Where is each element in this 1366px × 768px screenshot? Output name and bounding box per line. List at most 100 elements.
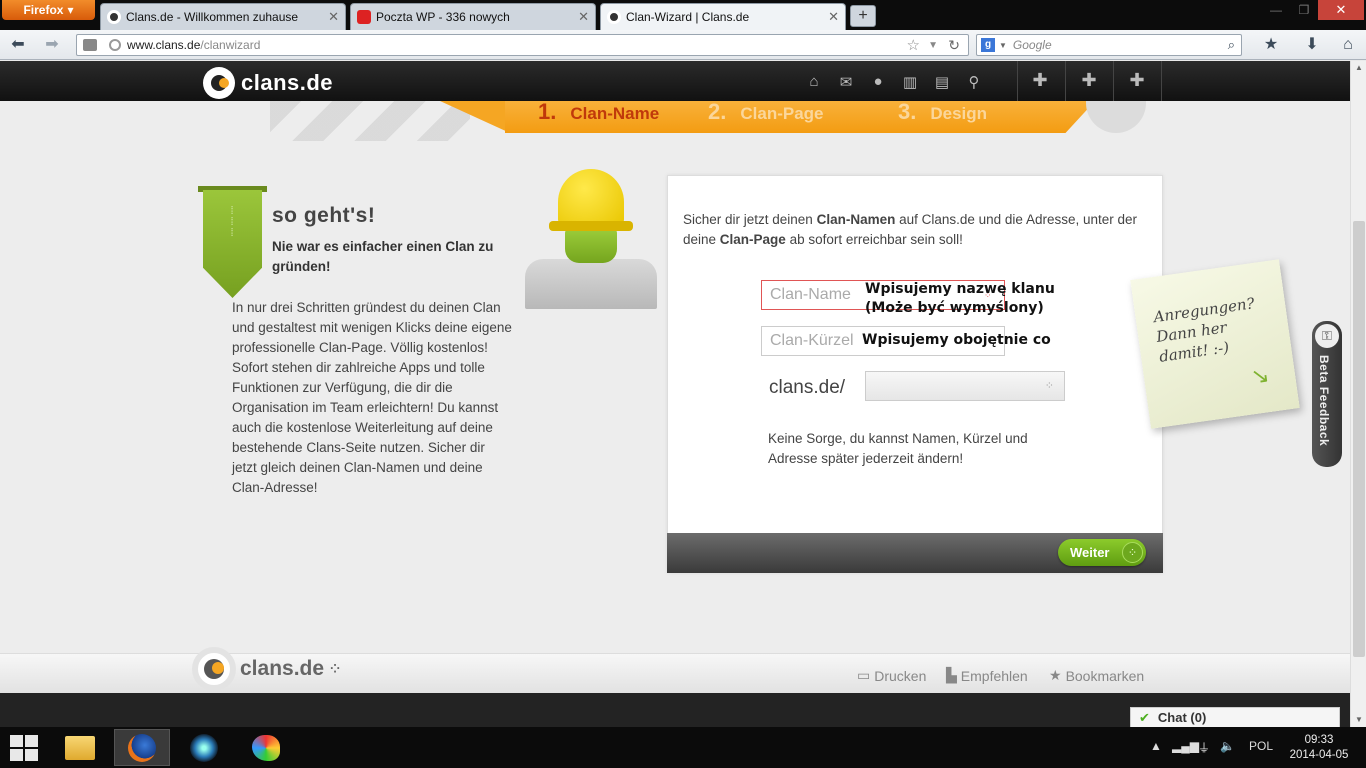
windows-start-icon[interactable] [10, 735, 38, 761]
step-label: Clan-Name [570, 104, 660, 123]
forward-arrow-icon[interactable]: ➡ [42, 35, 62, 55]
star-icon: ★ [1049, 667, 1062, 683]
bookmark-label: Bookmarken [1065, 667, 1145, 684]
weiter-label: Weiter [1070, 545, 1110, 560]
chevron-down-icon[interactable]: ▼ [928, 40, 938, 51]
plus-icon[interactable]: ✚ [1077, 70, 1101, 91]
bookmark-star-icon[interactable]: ☆ [907, 36, 920, 54]
howto-title: so geht's! [272, 204, 376, 227]
taskbar-clock[interactable]: 09:33 2014-04-05 [1284, 733, 1354, 763]
address-bar[interactable]: www.clans.de/clanwizard ☆ ▼ ↻ [76, 34, 969, 56]
intro-bold: Clan-Namen [816, 212, 896, 227]
tab-close-icon[interactable]: ✕ [578, 9, 589, 25]
arrow-dots-icon: ⁘ [1122, 542, 1143, 563]
print-icon: ▭ [857, 667, 871, 683]
beta-feedback-label: Beta Feedback [1317, 355, 1331, 447]
intro-text: Sicher dir jetzt deinen [683, 212, 817, 227]
page-viewport: 1. Clan-Name 2. Clan-Page 3. Design clans.d… [0, 61, 1350, 727]
domain-prefix: clans.de/ [769, 377, 846, 398]
domain-input[interactable]: ⁘ [865, 371, 1065, 401]
firefox-menu-button[interactable]: Firefox ▾ [2, 0, 95, 20]
chat-widget[interactable]: ✔ Chat (0) [1130, 707, 1340, 727]
firefox-taskbar-icon[interactable] [114, 729, 170, 766]
reload-icon[interactable]: ↻ [948, 37, 960, 54]
mail-icon[interactable]: ✉ [836, 73, 856, 91]
globe-icon[interactable] [109, 39, 121, 51]
footer-logo[interactable]: clans.de ⁘ [192, 647, 340, 691]
download-icon[interactable]: ⬇ [1302, 35, 1322, 55]
sticky-note-text: Anregungen? Dann her damit! :-) [1152, 294, 1256, 366]
file-explorer-icon[interactable] [52, 729, 108, 766]
tab-close-icon[interactable]: ✕ [328, 9, 339, 25]
maximize-icon[interactable]: ❐ [1290, 0, 1318, 20]
scrollbar-thumb[interactable] [1353, 221, 1365, 657]
navigation-toolbar: ⬅ ➡ www.clans.de/clanwizard ☆ ▼ ↻ g ▼ Go… [0, 30, 1366, 60]
tab-clans-home[interactable]: Clans.de - Willkommen zuhause ✕ [100, 3, 346, 30]
tab-groups-icon[interactable] [83, 39, 97, 51]
bookmarks-menu-icon[interactable]: ★ [1256, 35, 1286, 55]
step-number: 3. [898, 99, 917, 124]
volume-icon[interactable]: 🔈 [1220, 739, 1235, 753]
scroll-up-icon[interactable]: ▲ [1351, 61, 1366, 75]
logo-text: clans.de [241, 70, 334, 95]
step-design: 3. Design [898, 99, 987, 125]
chevron-down-icon[interactable]: ▼ [999, 41, 1007, 50]
tray-expand-icon[interactable]: ▲ [1150, 739, 1162, 753]
site-logo[interactable]: clans.de [203, 67, 333, 99]
bookmark-link[interactable]: ★ Bookmarken [1049, 667, 1144, 684]
ranking-icon[interactable]: ▤ [932, 73, 952, 91]
tab-label: Clan-Wizard | Clans.de [626, 10, 750, 24]
print-label: Drucken [874, 667, 927, 684]
home-icon[interactable]: ⌂ [1338, 35, 1358, 55]
network-signal-icon[interactable]: ▂▄▆ [1172, 739, 1199, 753]
clans-logo-icon [203, 67, 235, 99]
search-icon[interactable]: ⚲ [964, 73, 984, 91]
clan-wizard-form: Sicher dir jetzt deinen Clan-Namen auf C… [667, 175, 1163, 573]
power-plug-icon[interactable]: ⏚ [1198, 739, 1210, 756]
firefox-menu-label: Firefox [23, 3, 64, 17]
minimize-icon[interactable]: — [1262, 0, 1290, 20]
paint-icon[interactable] [238, 729, 294, 766]
tab-close-icon[interactable]: ✕ [828, 9, 839, 25]
check-icon: ✔ [1139, 710, 1150, 725]
search-bar[interactable]: g ▼ Google ⌕ [976, 34, 1242, 56]
clan-tag-placeholder: Clan-Kürzel [770, 332, 854, 349]
home-icon[interactable]: ⌂ [804, 73, 824, 90]
dots-icon: ⁘ [1044, 380, 1054, 392]
plus-icon[interactable]: ✚ [1125, 70, 1149, 91]
clans-favicon-icon [607, 10, 621, 24]
page-scrollbar[interactable]: ▲ ▼ [1350, 61, 1366, 727]
plus-icon[interactable]: ✚ [1028, 70, 1052, 91]
user-icon[interactable]: ● [868, 73, 888, 90]
window-close-icon[interactable]: ✕ [1318, 0, 1364, 20]
scroll-down-icon[interactable]: ▼ [1351, 713, 1366, 727]
builder-mascot-icon [525, 169, 657, 309]
new-tab-button[interactable]: + [850, 5, 876, 27]
tab-clan-wizard[interactable]: Clan-Wizard | Clans.de ✕ [600, 3, 846, 30]
beta-feedback-tab[interactable]: ⚿ Beta Feedback [1312, 321, 1342, 467]
clans-logo-icon [192, 647, 236, 691]
tab-poczta[interactable]: Poczta WP - 336 nowych ✕ [350, 3, 596, 30]
media-player-icon[interactable] [176, 729, 232, 766]
clans-list-icon[interactable]: ▥ [900, 73, 920, 91]
url-text: www.clans.de/clanwizard [127, 38, 260, 52]
curved-arrow-icon: ↘ [1249, 361, 1271, 390]
step-clan-page: 2. Clan-Page [708, 99, 824, 125]
clan-name-placeholder: Clan-Name [770, 286, 851, 303]
clans-favicon-icon [107, 10, 121, 24]
recommend-label: Empfehlen [960, 667, 1028, 684]
recommend-link[interactable]: ▙ Empfehlen [946, 667, 1028, 684]
back-arrow-icon[interactable]: ⬅ [8, 35, 28, 55]
google-icon[interactable]: g [981, 38, 995, 52]
magnifier-icon[interactable]: ⌕ [1228, 37, 1235, 53]
step-label: Design [930, 104, 988, 123]
print-link[interactable]: ▭ Drucken [857, 667, 926, 684]
feedback-sticky-note[interactable]: Anregungen? Dann her damit! :-) ↘ [1130, 259, 1300, 429]
site-header: clans.de ⌂ ✉ ● ▥ ▤ ⚲ ✚ ✚ ✚ [0, 61, 1350, 101]
weiter-button[interactable]: Weiter ⁘ [1058, 539, 1146, 566]
intro-text: ab sofort erreichbar sein soll! [785, 232, 963, 247]
language-indicator[interactable]: POL [1249, 739, 1273, 753]
wp-favicon-icon [357, 10, 371, 24]
tab-label: Clans.de - Willkommen zuhause [126, 10, 299, 24]
step-number: 2. [708, 99, 727, 124]
